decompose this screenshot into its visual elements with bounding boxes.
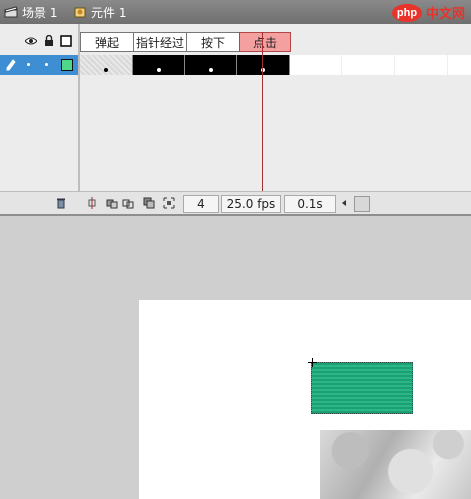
trash-icon[interactable]	[55, 197, 67, 209]
frame-label-text: 弹起	[94, 35, 119, 50]
frame-label-text: 点击	[252, 35, 277, 50]
lock-dot[interactable]	[45, 63, 48, 66]
horizontal-scroll-thumb[interactable]	[354, 196, 370, 212]
current-frame-field[interactable]: 4	[183, 195, 219, 213]
registration-point-icon	[308, 358, 317, 367]
symbol-icon	[74, 7, 86, 18]
keyframe-down[interactable]	[185, 55, 237, 75]
frame-label-text: 指针经过	[135, 35, 184, 50]
pixelated-image	[320, 430, 471, 499]
onion-outline-icon[interactable]	[122, 197, 134, 209]
lock-icon[interactable]	[43, 35, 55, 47]
brand-name: 中文网	[425, 7, 465, 22]
onion-skin-icon[interactable]	[106, 197, 118, 209]
frame-labels: 弹起 指针经过 按下 点击	[80, 32, 291, 52]
frame-label-up[interactable]: 弹起	[80, 32, 133, 52]
eye-icon[interactable]	[25, 35, 37, 47]
elapsed-time-field: 0.1s	[284, 195, 336, 213]
timeline-panel: 弹起 指针经过 按下 点击 4 25.0 fps 0.1s	[0, 24, 471, 216]
scene-label: 场景 1	[22, 5, 58, 20]
frame-label-over[interactable]: 指针经过	[133, 32, 186, 52]
onion-markers-icon[interactable]	[163, 197, 175, 209]
layer-divider[interactable]	[78, 24, 80, 214]
breadcrumb-symbol[interactable]: 元件 1	[73, 4, 126, 20]
visibility-dot[interactable]	[27, 63, 30, 66]
frame-rate-field[interactable]: 25.0 fps	[221, 195, 281, 213]
keyframe-up[interactable]	[80, 55, 133, 75]
empty-frame[interactable]	[342, 55, 395, 75]
frame-label-text: 按下	[200, 35, 225, 50]
symbol-label: 元件 1	[91, 5, 127, 20]
pencil-icon	[6, 59, 16, 71]
center-frame-icon[interactable]	[86, 197, 98, 209]
frame-label-hit[interactable]: 点击	[239, 32, 291, 52]
outline-icon[interactable]	[60, 35, 72, 47]
scroll-left-icon[interactable]	[340, 199, 348, 207]
edit-multiple-icon[interactable]	[143, 197, 155, 209]
site-watermark: php 中文网	[391, 3, 465, 22]
keyframe-over[interactable]	[133, 55, 185, 75]
frame-strip[interactable]	[80, 55, 471, 75]
current-frame-value: 4	[197, 197, 205, 211]
keyframe-hit[interactable]	[237, 55, 290, 75]
timeline-status-bar: 4 25.0 fps 0.1s	[0, 191, 471, 214]
layer-color-swatch[interactable]	[61, 59, 73, 71]
breadcrumb-scene[interactable]: 场景 1	[4, 4, 57, 20]
edit-bar: 场景 1 元件 1 php 中文网	[0, 0, 471, 25]
clapper-icon	[4, 6, 18, 18]
brand-logo: php	[391, 3, 422, 22]
hit-area-shape[interactable]	[311, 362, 413, 414]
layer-header	[0, 30, 78, 52]
playhead[interactable]	[262, 32, 263, 198]
elapsed-time-value: 0.1s	[297, 197, 323, 211]
empty-frame[interactable]	[395, 55, 448, 75]
frame-label-down[interactable]: 按下	[186, 32, 239, 52]
empty-frame[interactable]	[289, 55, 342, 75]
layer-row[interactable]	[0, 55, 78, 75]
frame-rate-value: 25.0 fps	[226, 197, 276, 211]
